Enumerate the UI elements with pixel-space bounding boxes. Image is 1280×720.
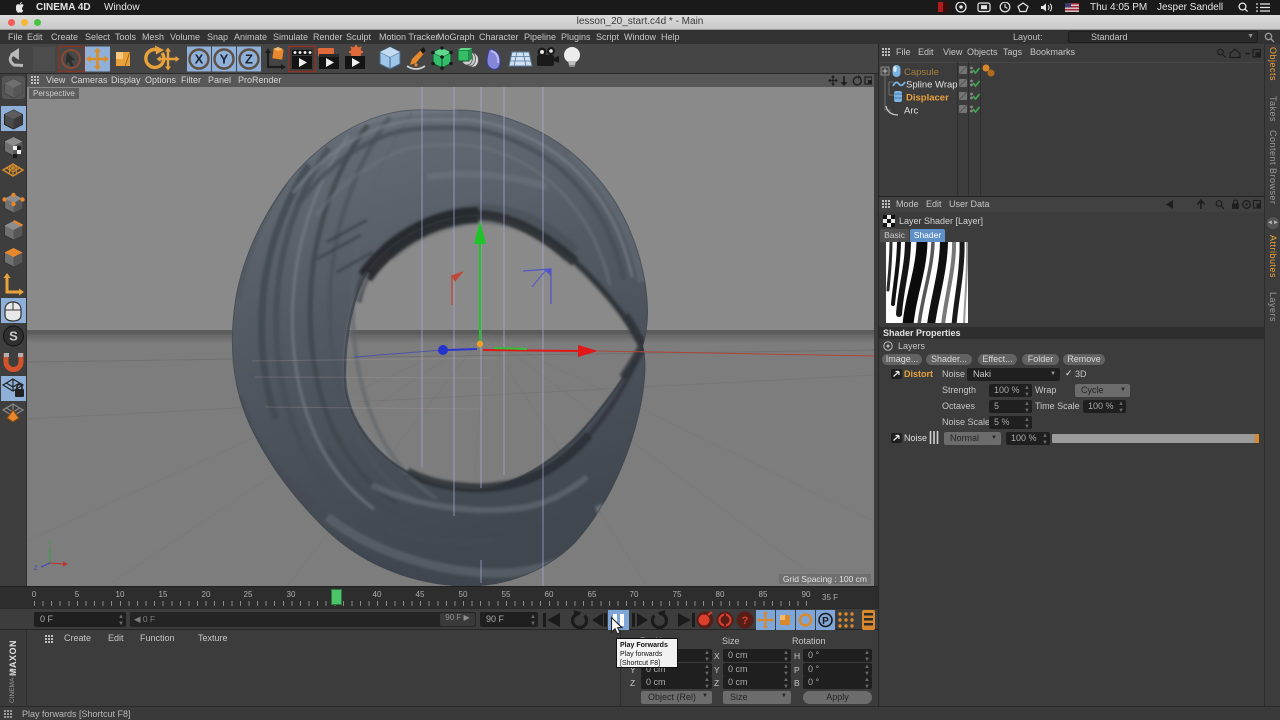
svg-text:S: S: [9, 329, 18, 344]
svg-text:X: X: [195, 52, 204, 67]
svg-text:Z: Z: [245, 52, 253, 67]
svg-text:Displacer: Displacer: [906, 93, 949, 104]
svg-text:Y: Y: [48, 541, 52, 547]
svg-text:P: P: [822, 616, 829, 627]
svg-text:Y: Y: [220, 52, 229, 67]
svg-text:Capsule: Capsule: [904, 67, 939, 78]
svg-text:?: ?: [742, 615, 749, 627]
svg-text:Arc: Arc: [904, 106, 919, 117]
svg-text:Spline Wrap: Spline Wrap: [906, 80, 958, 91]
svg-text:Z: Z: [34, 566, 38, 572]
